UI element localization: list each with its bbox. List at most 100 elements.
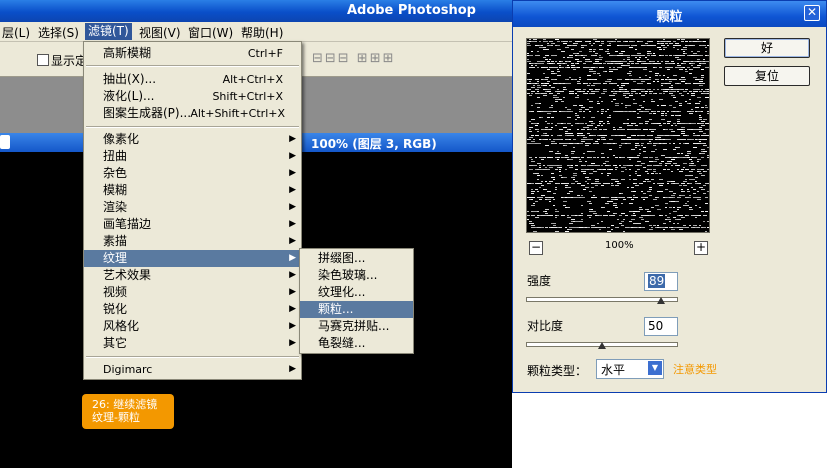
grain-speck	[629, 221, 632, 222]
grain-speck	[565, 143, 569, 144]
grain-speck	[607, 227, 610, 228]
grain-speck	[589, 61, 592, 62]
menu-filter[interactable]: 滤镜(T)	[85, 23, 132, 40]
menu-item-distort[interactable]: 扭曲 ▶	[84, 148, 301, 165]
menu-item-mosaic-tiles[interactable]: 马赛克拼贴...	[300, 318, 413, 335]
menu-item-sketch[interactable]: 素描 ▶	[84, 233, 301, 250]
intensity-slider[interactable]	[526, 297, 678, 304]
menu-item-texture[interactable]: 纹理 ▶	[84, 250, 301, 267]
menu-item-brush-strokes[interactable]: 画笔描边 ▶	[84, 216, 301, 233]
grain-speck	[565, 63, 567, 64]
grain-speck	[683, 91, 687, 92]
menu-item-sharpen[interactable]: 锐化 ▶	[84, 301, 301, 318]
zoom-in-button[interactable]: +	[694, 241, 708, 255]
grain-speck	[703, 83, 705, 84]
grain-speck	[619, 111, 623, 112]
show-transform-checkbox[interactable]	[37, 54, 49, 66]
grain-speck	[679, 105, 682, 106]
grain-speck	[671, 63, 673, 64]
grain-speck	[571, 153, 574, 154]
grain-speck	[559, 143, 563, 144]
menu-item-craquelure[interactable]: 龟裂缝...	[300, 335, 413, 352]
grain-speck	[555, 99, 559, 100]
grain-speck	[697, 65, 701, 66]
menu-item-render[interactable]: 渲染 ▶	[84, 199, 301, 216]
menu-item-liquify[interactable]: 液化(L)... Shift+Ctrl+X	[84, 88, 301, 105]
grain-speck	[583, 117, 585, 118]
grain-speck	[631, 219, 635, 220]
ok-button[interactable]: 好	[724, 38, 810, 58]
grain-speck	[577, 117, 580, 118]
menu-window[interactable]: 窗口(W)	[188, 24, 233, 41]
grain-speck	[635, 45, 637, 46]
grain-speck	[545, 213, 548, 214]
grain-speck	[527, 219, 529, 220]
grain-speck	[649, 61, 651, 62]
chevron-down-icon[interactable]: ▼	[648, 361, 662, 375]
grain-speck	[593, 71, 596, 72]
filter-preview[interactable]	[526, 38, 710, 233]
grain-speck	[635, 147, 637, 148]
grain-type-select[interactable]: 水平 ▼	[596, 359, 664, 379]
grain-speck	[613, 135, 615, 136]
grain-speck	[561, 123, 563, 124]
menu-item-other[interactable]: 其它 ▶	[84, 335, 301, 352]
menu-item-stylize[interactable]: 风格化 ▶	[84, 318, 301, 335]
grain-speck	[633, 215, 636, 216]
align-icons[interactable]: ⊟⊟⊟ ⊞⊞⊞	[312, 51, 396, 66]
menu-help[interactable]: 帮助(H)	[241, 24, 283, 41]
grain-speck	[541, 195, 545, 196]
grain-speck	[705, 105, 707, 106]
grain-speck	[623, 83, 627, 84]
menu-item-last-filter[interactable]: 高斯模糊 Ctrl+F	[84, 45, 301, 62]
menu-item-video[interactable]: 视频 ▶	[84, 284, 301, 301]
menu-item-digimarc[interactable]: Digimarc ▶	[84, 361, 301, 378]
grain-speck	[625, 107, 627, 108]
grain-speck	[581, 107, 583, 108]
grain-speck	[607, 197, 609, 198]
grain-speck	[691, 65, 693, 66]
grain-speck	[691, 69, 693, 70]
grain-speck	[531, 135, 534, 136]
grain-speck	[559, 175, 562, 176]
grain-speck	[633, 179, 637, 180]
grain-speck	[671, 61, 674, 62]
contrast-slider[interactable]	[526, 342, 678, 349]
menu-item-blur[interactable]: 模糊 ▶	[84, 182, 301, 199]
grain-speck	[589, 101, 593, 102]
menu-layer[interactable]: 层(L)	[2, 24, 30, 41]
menu-item-artistic[interactable]: 艺术效果 ▶	[84, 267, 301, 284]
grain-speck	[603, 89, 605, 90]
intensity-input[interactable]: 89	[644, 272, 678, 291]
intensity-slider-thumb[interactable]	[656, 297, 665, 304]
close-icon[interactable]: ✕	[804, 5, 820, 21]
grain-speck	[651, 135, 653, 136]
grain-speck	[543, 85, 547, 86]
grain-speck	[683, 181, 687, 182]
menu-view[interactable]: 视图(V)	[139, 24, 181, 41]
menu-separator	[86, 65, 299, 67]
menu-item-pixelate[interactable]: 像素化 ▶	[84, 131, 301, 148]
menu-item-stained-glass[interactable]: 染色玻璃...	[300, 267, 413, 284]
grain-speck	[671, 135, 673, 136]
contrast-slider-thumb[interactable]	[598, 342, 606, 349]
menu-item-texturizer[interactable]: 纹理化...	[300, 284, 413, 301]
grain-speck	[577, 157, 580, 158]
zoom-out-button[interactable]: −	[529, 241, 543, 255]
menu-item-extract[interactable]: 抽出(X)... Alt+Ctrl+X	[84, 71, 301, 88]
menu-item-grain[interactable]: 颗粒...	[300, 301, 413, 318]
grain-speck	[585, 177, 589, 178]
grain-speck	[589, 211, 593, 212]
menu-item-pattern-maker[interactable]: 图案生成器(P)... Alt+Shift+Ctrl+X	[84, 105, 301, 122]
grain-speck	[639, 105, 642, 106]
menu-item-patchwork[interactable]: 拼缀图...	[300, 250, 413, 267]
grain-speck	[651, 63, 653, 64]
grain-speck	[611, 101, 613, 102]
grain-speck	[683, 49, 687, 50]
grain-speck	[703, 63, 706, 64]
reset-button[interactable]: 复位	[724, 66, 810, 86]
grain-speck	[643, 69, 647, 70]
contrast-input[interactable]: 50	[644, 317, 678, 336]
menu-select[interactable]: 选择(S)	[38, 24, 79, 41]
menu-item-noise[interactable]: 杂色 ▶	[84, 165, 301, 182]
